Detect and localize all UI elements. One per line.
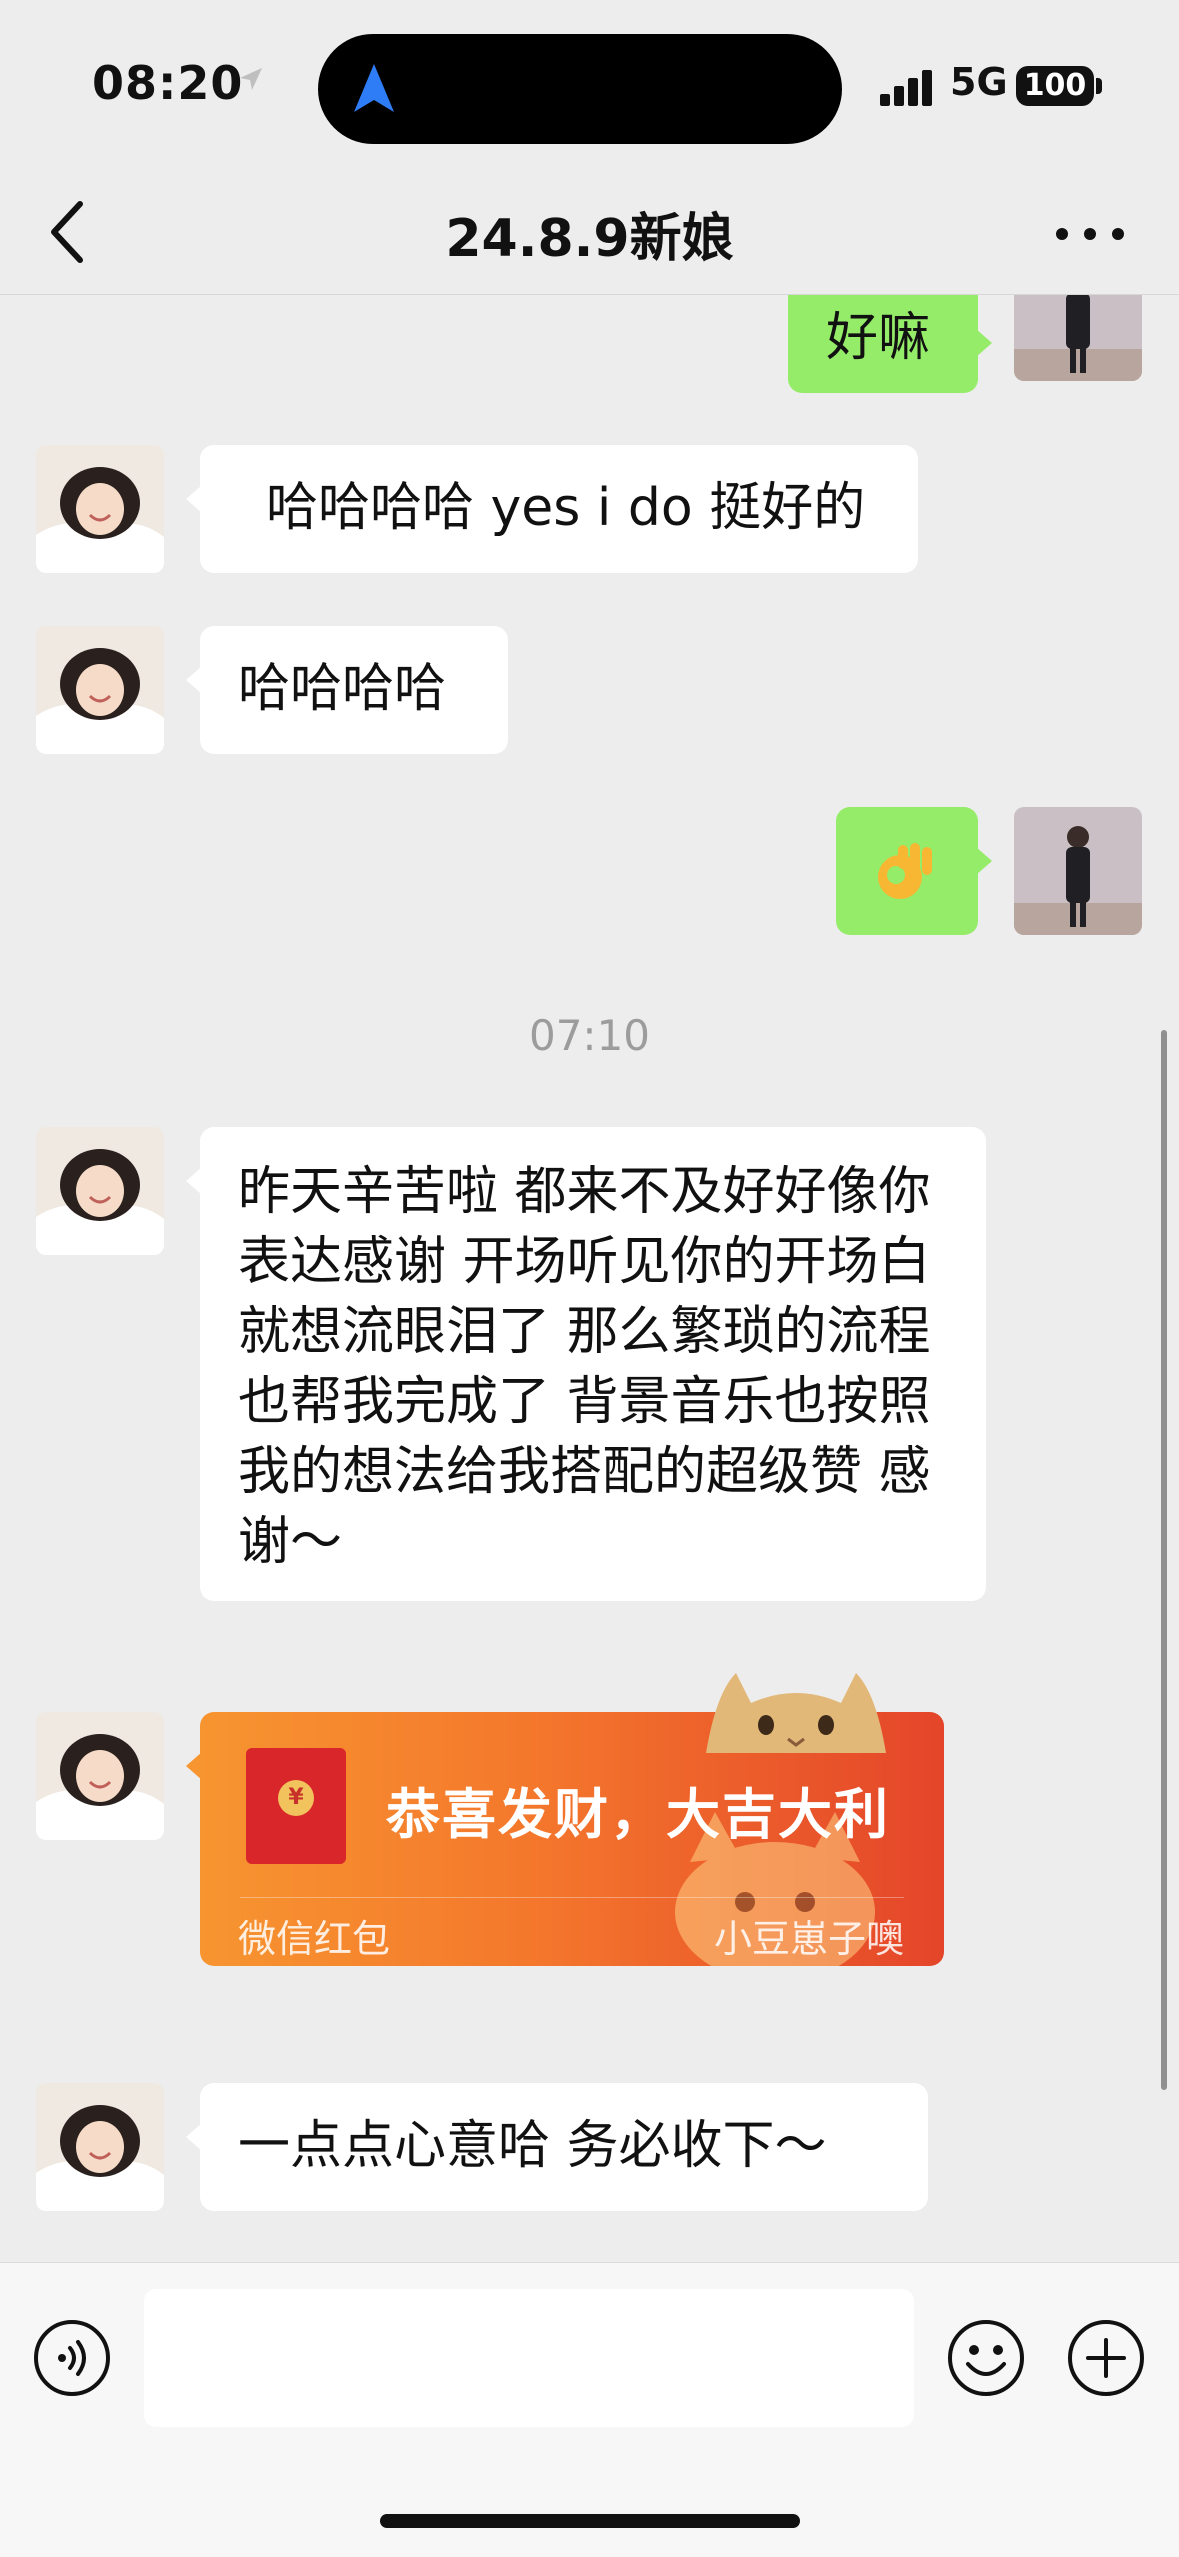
peer-avatar[interactable] bbox=[36, 2083, 164, 2211]
ok-hand-icon bbox=[878, 843, 932, 899]
chat-area[interactable]: 好嘛 哈哈哈哈 yes i do 挺好的 哈哈哈哈 07:10 昨天辛苦啦 都来… bbox=[0, 295, 1179, 2261]
signal-icon bbox=[880, 70, 932, 106]
plus-icon[interactable] bbox=[1066, 2318, 1146, 2398]
message-bubble[interactable]: 昨天辛苦啦 都来不及好好像你表达感谢 开场听见你的开场白就想流眼泪了 那么繁琐的… bbox=[186, 1127, 986, 1601]
packet-title: 恭喜发财，大吉大利 bbox=[386, 1783, 890, 1846]
status-time: 08:20 bbox=[92, 56, 244, 110]
message-bubble[interactable] bbox=[836, 807, 992, 935]
battery-indicator: 100 bbox=[1016, 66, 1094, 106]
message-text: 哈哈哈哈 yes i do 挺好的 bbox=[266, 478, 866, 538]
scrollbar[interactable] bbox=[1161, 1030, 1167, 2090]
self-avatar[interactable] bbox=[1014, 295, 1142, 381]
red-envelope-icon: ¥ bbox=[246, 1748, 346, 1864]
message-bubble[interactable]: 哈哈哈哈 yes i do 挺好的 bbox=[186, 445, 918, 573]
network-type: 5G bbox=[950, 60, 1008, 104]
message-bubble[interactable]: 一点点心意哈 务必收下～ bbox=[186, 2083, 928, 2211]
message-text: 好嘛 bbox=[826, 308, 931, 368]
battery-tip bbox=[1096, 78, 1102, 94]
location-arrow-icon bbox=[240, 68, 262, 90]
input-bar bbox=[0, 2262, 1179, 2557]
packet-type-label: 微信红包 bbox=[238, 1917, 391, 1961]
nav-bar: 24.8.9新娘 bbox=[0, 170, 1179, 295]
navigation-arrow-icon bbox=[354, 64, 394, 112]
voice-input-icon[interactable] bbox=[32, 2318, 112, 2398]
packet-divider bbox=[240, 1897, 904, 1898]
peer-avatar[interactable] bbox=[36, 626, 164, 754]
message-bubble[interactable]: 好嘛 bbox=[788, 295, 992, 393]
self-avatar[interactable] bbox=[1014, 807, 1142, 935]
dynamic-island bbox=[318, 34, 842, 144]
status-bar: 08:20 5G 100 bbox=[0, 0, 1179, 170]
more-icon[interactable] bbox=[1050, 210, 1130, 258]
peer-avatar[interactable] bbox=[36, 445, 164, 573]
peer-avatar[interactable] bbox=[36, 1712, 164, 1840]
message-text: 昨天辛苦啦 都来不及好好像你表达感谢 开场听见你的开场白就想流眼泪了 那么繁琐的… bbox=[238, 1162, 931, 1572]
message-timestamp: 07:10 bbox=[528, 1011, 651, 1060]
message-input[interactable] bbox=[144, 2289, 914, 2427]
message-text: 一点点心意哈 务必收下～ bbox=[238, 2116, 827, 2176]
home-indicator[interactable] bbox=[380, 2514, 800, 2528]
message-text: 哈哈哈哈 bbox=[238, 659, 447, 719]
emoji-icon[interactable] bbox=[946, 2318, 1026, 2398]
coin-icon: ¥ bbox=[278, 1780, 314, 1816]
packet-sender: 小豆崽子噢 bbox=[713, 1917, 904, 1961]
peer-avatar[interactable] bbox=[36, 1127, 164, 1255]
cat-sticker-icon bbox=[706, 1673, 886, 1753]
message-bubble[interactable]: 哈哈哈哈 bbox=[186, 626, 508, 754]
chat-title: 24.8.9新娘 bbox=[445, 209, 734, 269]
